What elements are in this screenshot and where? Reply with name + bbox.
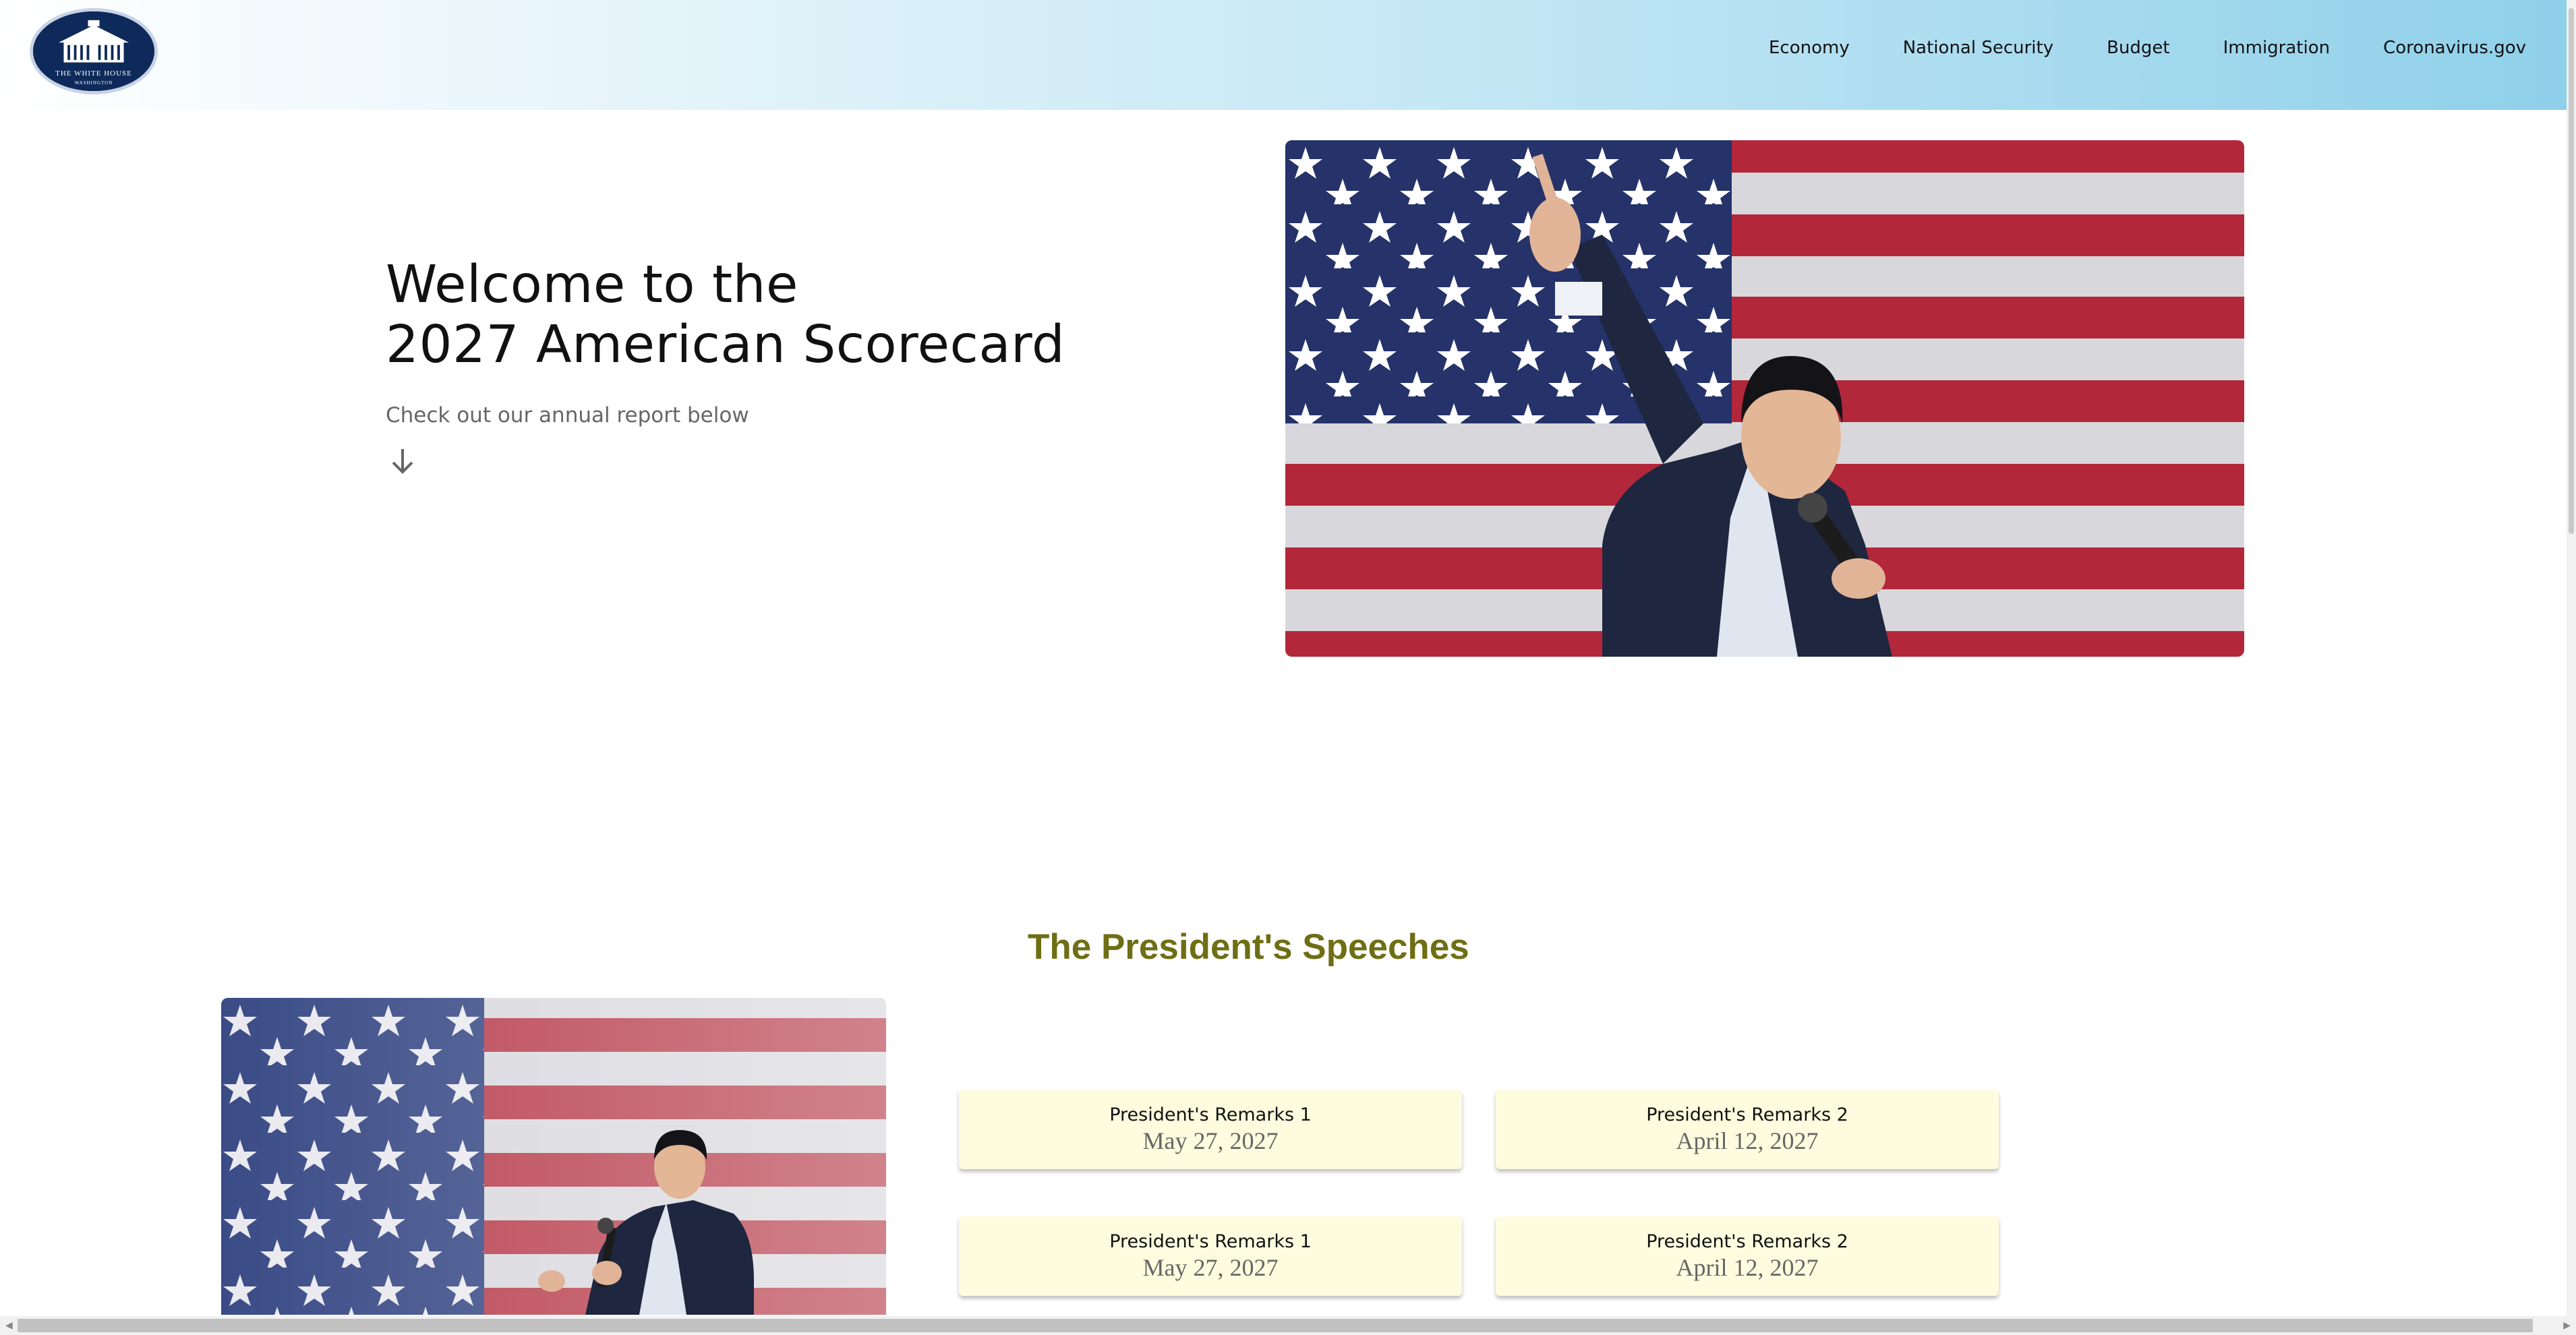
speech-card[interactable]: President's Remarks 1 May 27, 2027 — [959, 1090, 1462, 1169]
arrow-down-icon[interactable] — [388, 446, 417, 476]
seal-text-1: THE WHITE HOUSE — [55, 69, 132, 78]
speech-card[interactable]: President's Remarks 2 April 12, 2027 — [1496, 1216, 1999, 1296]
speech-card-title: President's Remarks 1 — [1109, 1104, 1312, 1125]
site-header: THE WHITE HOUSE WASHINGTON Economy Natio… — [0, 0, 2567, 110]
nav-coronavirus[interactable]: Coronavirus.gov — [2383, 38, 2526, 58]
speech-card-title: President's Remarks 2 — [1646, 1104, 1848, 1125]
horizontal-scrollbar-thumb[interactable] — [18, 1319, 2533, 1332]
scroll-left-icon[interactable]: ◀ — [5, 1320, 13, 1331]
speeches-heading: The President's Speeches — [1028, 927, 1469, 967]
vertical-scrollbar-thumb[interactable] — [2569, 8, 2574, 534]
hero-title: Welcome to the 2027 American Scorecard — [386, 255, 1065, 375]
hero-subtitle: Check out our annual report below — [386, 403, 749, 427]
vertical-scrollbar[interactable] — [2567, 0, 2576, 1316]
speech-card-date: May 27, 2027 — [1142, 1254, 1279, 1281]
hero-photo — [1285, 140, 2244, 657]
nav-budget[interactable]: Budget — [2107, 38, 2170, 58]
speech-card[interactable]: President's Remarks 1 May 27, 2027 — [959, 1216, 1462, 1296]
page: THE WHITE HOUSE WASHINGTON Economy Natio… — [0, 0, 2576, 1335]
speech-photo — [221, 998, 886, 1315]
nav-immigration[interactable]: Immigration — [2223, 38, 2330, 58]
speech-card-date: April 12, 2027 — [1676, 1254, 1819, 1281]
seal-text-2: WASHINGTON — [74, 80, 113, 86]
nav-economy[interactable]: Economy — [1769, 38, 1850, 58]
hero-title-line-2: 2027 American Scorecard — [386, 315, 1065, 375]
white-house-seal-icon[interactable]: THE WHITE HOUSE WASHINGTON — [30, 8, 158, 94]
speech-card[interactable]: President's Remarks 2 April 12, 2027 — [1496, 1090, 1999, 1169]
nav-national-security[interactable]: National Security — [1903, 38, 2053, 58]
speech-card-date: May 27, 2027 — [1142, 1127, 1279, 1154]
horizontal-scrollbar[interactable]: ◀ ▶ — [0, 1316, 2576, 1335]
hero-title-line-1: Welcome to the — [386, 255, 798, 315]
speech-card-title: President's Remarks 1 — [1109, 1231, 1312, 1252]
speech-card-date: April 12, 2027 — [1676, 1127, 1819, 1154]
speech-card-title: President's Remarks 2 — [1646, 1231, 1848, 1252]
scroll-right-icon[interactable]: ▶ — [2563, 1320, 2571, 1331]
main-nav: Economy National Security Budget Immigra… — [1716, 38, 2526, 58]
